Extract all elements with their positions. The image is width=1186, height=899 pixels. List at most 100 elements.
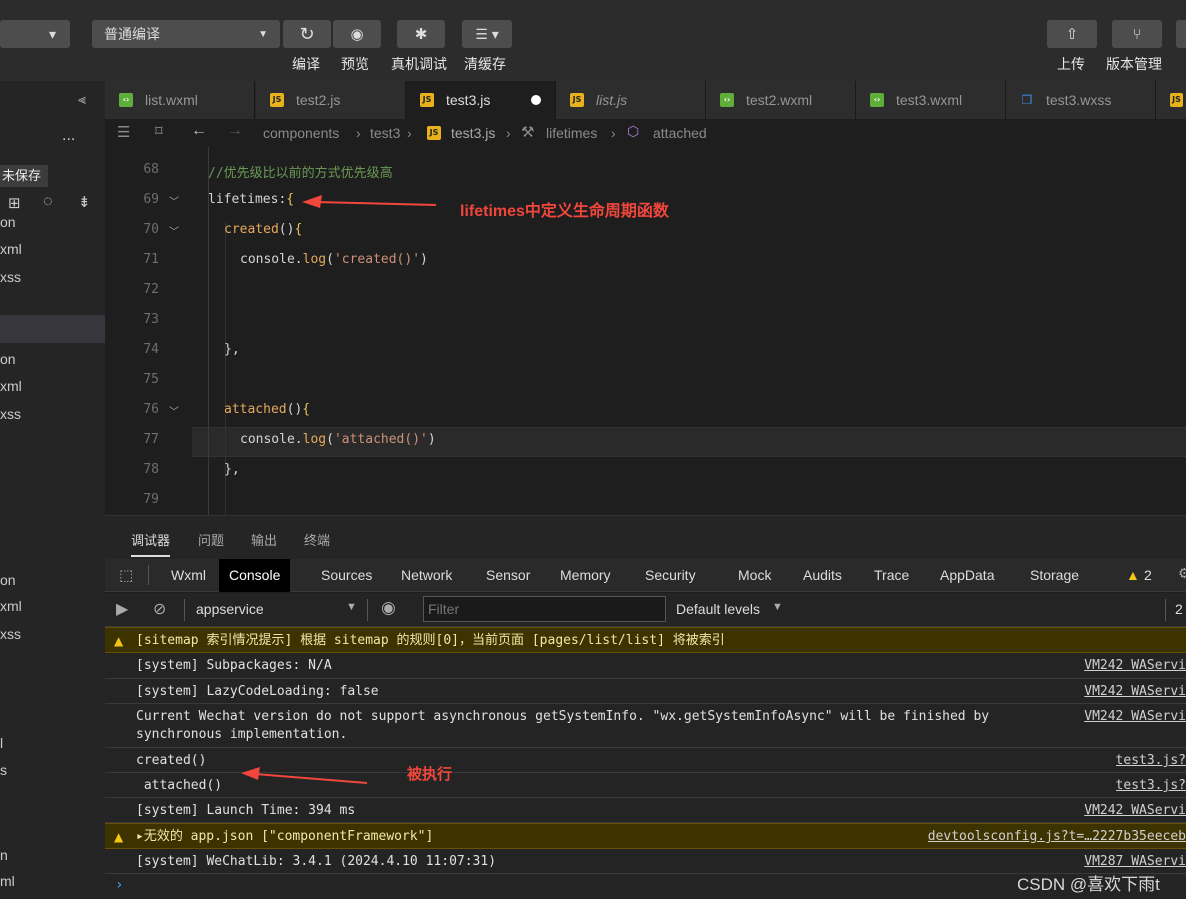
refresh-icon[interactable]: ◌ (43, 193, 53, 211)
levels-select[interactable]: Default levels (676, 601, 760, 617)
devtools-tab-memory[interactable]: Memory (560, 559, 611, 592)
more-menu[interactable]: ... (62, 127, 75, 145)
preview-button[interactable]: ◉ (333, 20, 381, 48)
source-link[interactable]: devtoolsconfig.js?t=…2227b35eeceb (928, 828, 1186, 846)
tab-list-wxml[interactable]: ‹› list.wxml (105, 81, 255, 119)
devtools-tab-sensor[interactable]: Sensor (486, 559, 530, 592)
file-item[interactable]: on (0, 214, 16, 230)
file-item[interactable]: l (0, 735, 3, 751)
source-link[interactable]: VM242 WAServi (1084, 657, 1186, 675)
new-file-icon[interactable]: ⊞ (8, 194, 21, 212)
source-link[interactable]: VM287 WAServi (1084, 853, 1186, 871)
tab-problems[interactable]: 问题 (198, 530, 224, 549)
prompt-icon[interactable]: › (115, 877, 123, 893)
devtools-tab-appdata[interactable]: AppData (940, 559, 994, 592)
file-item[interactable]: xss (0, 269, 21, 285)
file-item[interactable]: on (0, 351, 16, 367)
code-line: attached(){ (224, 402, 311, 417)
source-link[interactable]: test3.js? (1116, 777, 1186, 795)
source-link[interactable]: VM242 WAServi (1084, 802, 1186, 820)
file-item[interactable]: xss (0, 406, 21, 422)
context-select[interactable]: appservice (196, 601, 264, 617)
wxss-icon: ❒ (1021, 93, 1033, 107)
forward-arrow-icon[interactable]: → (227, 122, 243, 140)
file-item[interactable]: xml (0, 378, 22, 394)
remote-debug-button[interactable]: ✱ (397, 20, 445, 48)
issues-count[interactable]: 2 (1175, 601, 1183, 617)
devtools-tab-audits[interactable]: Audits (803, 559, 842, 592)
file-item[interactable]: xss (0, 626, 21, 642)
fold-chevron-icon[interactable]: ﹀ (169, 193, 181, 208)
filter-input[interactable] (423, 596, 666, 622)
fold-chevron-icon[interactable]: ﹀ (169, 223, 181, 238)
file-item[interactable]: ml (0, 873, 15, 889)
list-icon[interactable]: ☰ (117, 123, 130, 141)
devtools-tab-network[interactable]: Network (401, 559, 452, 592)
devtools-tab-sources[interactable]: Sources (321, 559, 372, 592)
tab-test2-wxml[interactable]: ‹› test2.wxml (706, 81, 856, 119)
devtools-tab-mock[interactable]: Mock (738, 559, 771, 592)
source-link[interactable]: VM242 WAServi (1084, 683, 1186, 701)
file-explorer: ⫷ ... 未保存 ⊞ ◌ ⇟ on xml xss on xml xss on xml xss… (0, 81, 105, 899)
file-item[interactable]: xml (0, 241, 22, 257)
file-item[interactable]: xml (0, 598, 22, 614)
warning-count[interactable]: 2 (1144, 567, 1152, 583)
devtools-tab-storage[interactable]: Storage (1030, 559, 1079, 592)
project-dropdown[interactable]: ▾ (0, 20, 70, 48)
console-text: attached() (136, 778, 223, 793)
tab-list-js[interactable]: JS list.js (556, 81, 706, 119)
tab-test3-wxss[interactable]: ❒ test3.wxss (1006, 81, 1156, 119)
file-item[interactable]: on (0, 572, 16, 588)
remote-debug-label: 真机调试 (391, 56, 447, 72)
compile-button[interactable]: ↻ (283, 20, 331, 48)
unsaved-dot-icon[interactable] (531, 95, 541, 105)
console-text: Current Wechat version do not support as… (136, 709, 990, 742)
crumb-components[interactable]: components (263, 125, 339, 141)
tab-terminal[interactable]: 终端 (304, 530, 330, 549)
collapse-icon[interactable]: ⫷ (78, 91, 86, 108)
compile-mode-select[interactable]: 普通编译 ▼ (92, 20, 280, 48)
chevron-down-icon: ▼ (346, 601, 357, 613)
wrench-icon: ⚒ (521, 124, 535, 141)
version-button[interactable]: ⑂ (1112, 20, 1162, 48)
upload-button[interactable]: ⇧ (1047, 20, 1097, 48)
devtools-tab-security[interactable]: Security (645, 559, 696, 592)
devtools-tab-console[interactable]: Console (219, 559, 291, 592)
tab-debugger[interactable]: 调试器 (131, 530, 171, 557)
collapse-all-icon[interactable]: ⇟ (78, 193, 91, 211)
fold-chevron-icon[interactable]: ﹀ (169, 403, 181, 418)
bookmark-icon[interactable]: ⌑ (155, 122, 163, 140)
console-message: ▲ [sitemap 索引情况提示] 根据 sitemap 的规则[0]，当前页面… (105, 627, 1186, 653)
tab-test3-js[interactable]: JS test3.js (406, 81, 556, 119)
crumb-file[interactable]: test3.js (451, 125, 495, 141)
clear-cache-button[interactable]: ☰ ▾ (462, 20, 512, 48)
console-message: Current Wechat version do not support as… (105, 704, 1186, 748)
eye-icon[interactable]: ◉ (381, 598, 396, 618)
devtools-tab-trace[interactable]: Trace (874, 559, 909, 592)
tab-output[interactable]: 输出 (251, 530, 277, 549)
js-icon: JS (427, 126, 441, 140)
devtools-tab-wxml[interactable]: Wxml (171, 559, 206, 592)
file-item[interactable]: n (0, 847, 8, 863)
settings-icon[interactable]: ⚙ (1178, 565, 1186, 582)
source-link[interactable]: VM242 WAServi (1084, 708, 1186, 726)
sidebar-toggle-icon[interactable]: ▶ (116, 599, 128, 619)
code-editor[interactable]: 68 //优先级比以前的方式优先级高 69 ﹀ lifetimes:{70 ﹀ create… (105, 147, 1186, 515)
crumb-lifetimes[interactable]: lifetimes (546, 125, 597, 141)
clear-console-icon[interactable]: ⊘ (153, 599, 166, 619)
source-link[interactable]: test3.js? (1116, 752, 1186, 770)
crumb-test3[interactable]: test3 (370, 125, 400, 141)
crumb-sep: › (506, 125, 511, 141)
inspect-icon[interactable]: ⬚ (119, 566, 133, 584)
tab-test2-js[interactable]: JS test2.js (256, 81, 406, 119)
console-toolbar: ▶ ⊘ appservice ▼ ◉ Default levels ▼ 2 (105, 593, 1186, 627)
file-item[interactable]: s (0, 762, 7, 778)
tab-test3-wxml[interactable]: ‹› test3.wxml (856, 81, 1006, 119)
devtools-panel-tabs: 调试器 问题 输出 终端 (105, 515, 1186, 559)
more-button[interactable] (1176, 20, 1186, 48)
back-arrow-icon[interactable]: ← (191, 122, 207, 140)
chevron-down-icon: ▼ (258, 28, 268, 40)
tab-label: test3.wxml (896, 92, 963, 108)
crumb-attached[interactable]: attached (653, 125, 707, 141)
tab-overflow[interactable]: JS (1156, 81, 1186, 119)
